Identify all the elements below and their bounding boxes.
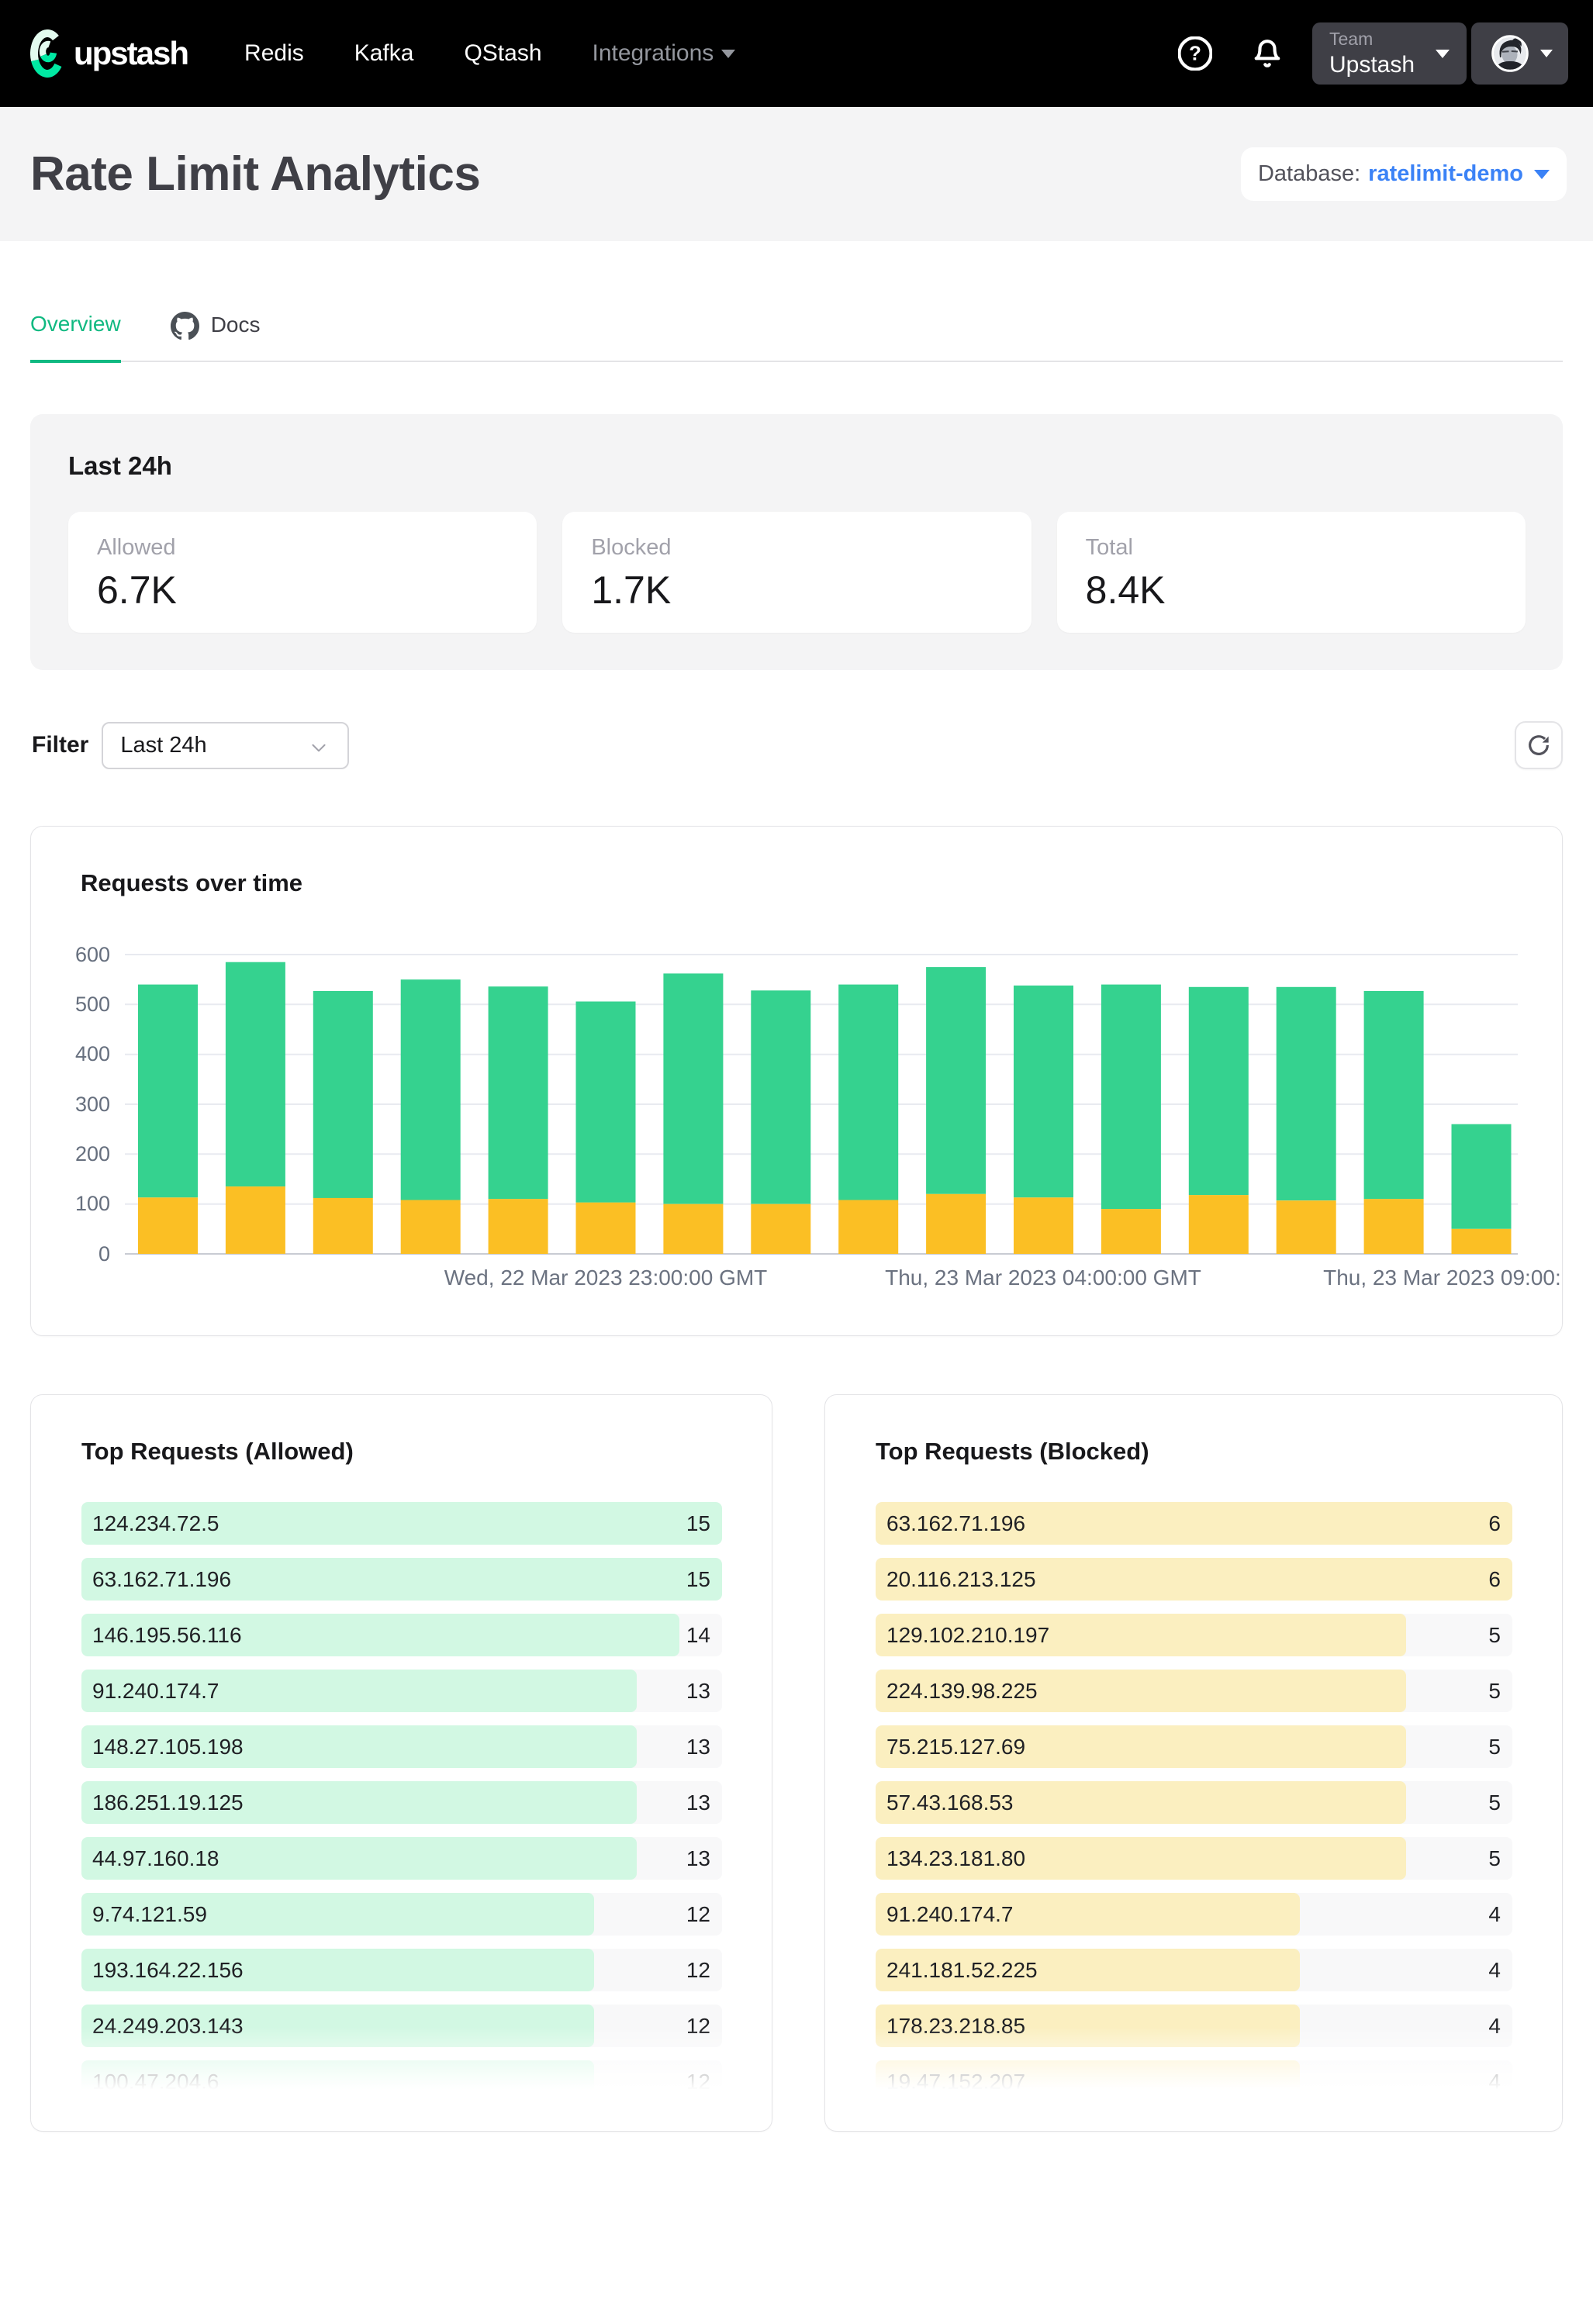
svg-text:?: ? [1189, 42, 1201, 65]
svg-text:300: 300 [75, 1093, 110, 1116]
svg-text:500: 500 [75, 993, 110, 1016]
svg-text:100: 100 [75, 1192, 110, 1215]
svg-text:200: 200 [75, 1142, 110, 1165]
svg-text:400: 400 [75, 1042, 110, 1065]
svg-text:600: 600 [75, 943, 110, 966]
svg-text:Thu, 23 Mar 2023 04:00:00 GMT: Thu, 23 Mar 2023 04:00:00 GMT [885, 1266, 1201, 1290]
svg-text:Thu, 23 Mar 2023 09:00:00 GMT: Thu, 23 Mar 2023 09:00:00 GMT [1323, 1266, 1561, 1290]
svg-text:0: 0 [98, 1242, 110, 1266]
svg-text:Wed, 22 Mar 2023 23:00:00 GMT: Wed, 22 Mar 2023 23:00:00 GMT [444, 1266, 768, 1290]
